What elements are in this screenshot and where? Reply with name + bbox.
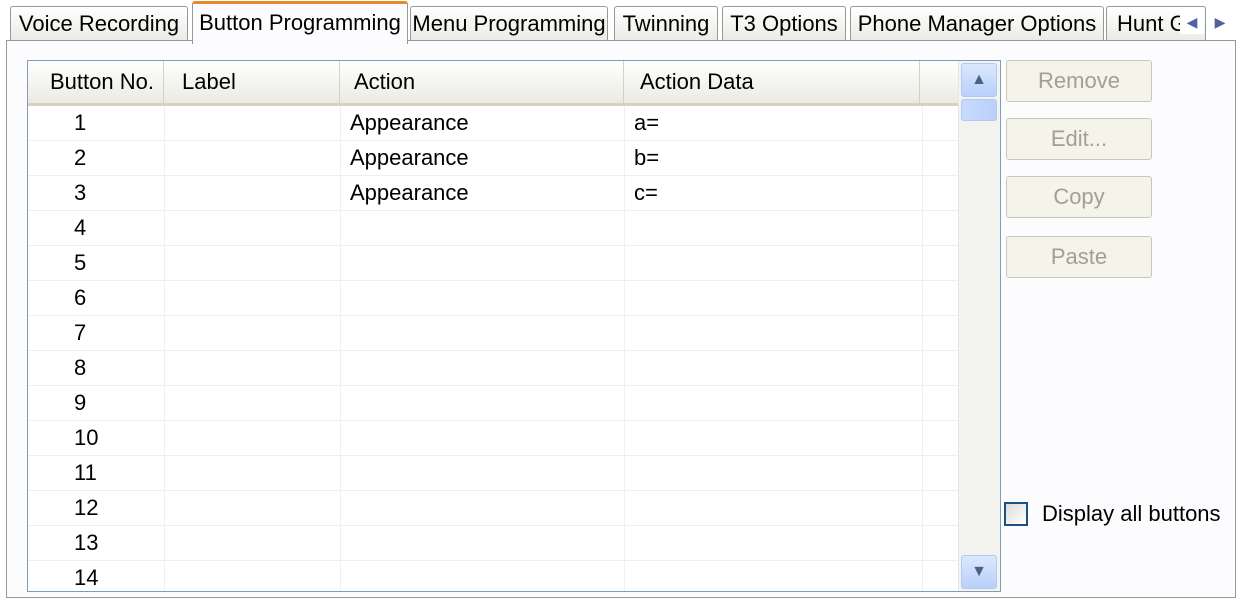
list-header: Button No. Label Action Action Data <box>28 61 958 106</box>
table-row[interactable]: 14 <box>28 561 958 591</box>
table-row[interactable]: 11 <box>28 456 958 491</box>
tab-phone-manager-options[interactable]: Phone Manager Options <box>850 6 1104 40</box>
table-row[interactable]: 4 <box>28 211 958 246</box>
cell-action-data: a= <box>634 110 660 135</box>
cell-button-no: 3 <box>74 180 87 205</box>
tab-scroll-right-icon[interactable]: ▶ <box>1208 10 1232 34</box>
button-list[interactable]: Button No. Label Action Action Data 1 App… <box>27 60 1001 592</box>
table-row[interactable]: 1 Appearance a= <box>28 106 958 141</box>
remove-button[interactable]: Remove <box>1006 60 1152 102</box>
display-all-buttons-option[interactable]: Display all buttons <box>1004 500 1221 528</box>
edit-button[interactable]: Edit... <box>1006 118 1152 160</box>
cell-action: Appearance <box>350 110 469 135</box>
cell-button-no: 2 <box>74 145 87 170</box>
table-row[interactable]: 6 <box>28 281 958 316</box>
copy-button[interactable]: Copy <box>1006 176 1152 218</box>
tab-strip: Voice Recording Button Programming Menu … <box>0 0 1242 44</box>
table-row[interactable]: 9 <box>28 386 958 421</box>
paste-button[interactable]: Paste <box>1006 236 1152 278</box>
cell-button-no: 6 <box>74 285 87 310</box>
cell-button-no: 1 <box>74 110 87 135</box>
column-header-action[interactable]: Action <box>340 61 624 103</box>
table-row[interactable]: 8 <box>28 351 958 386</box>
display-all-buttons-checkbox[interactable] <box>1004 502 1028 526</box>
table-row[interactable]: 13 <box>28 526 958 561</box>
vertical-scrollbar[interactable]: ▲ ▼ <box>958 61 1000 591</box>
cell-action-data: b= <box>634 145 660 170</box>
table-row[interactable]: 5 <box>28 246 958 281</box>
table-row[interactable]: 10 <box>28 421 958 456</box>
cell-button-no: 13 <box>74 530 99 555</box>
cell-button-no: 5 <box>74 250 87 275</box>
column-header-button-no[interactable]: Button No. <box>28 61 164 103</box>
column-header-label[interactable]: Label <box>164 61 340 103</box>
cell-button-no: 11 <box>74 460 97 485</box>
scroll-up-icon[interactable]: ▲ <box>961 63 997 97</box>
tab-voice-recording[interactable]: Voice Recording <box>10 6 188 40</box>
cell-action-data: c= <box>634 180 658 205</box>
table-row[interactable]: 3 Appearance c= <box>28 176 958 211</box>
display-all-buttons-label: Display all buttons <box>1042 501 1221 526</box>
tab-menu-programming[interactable]: Menu Programming <box>410 6 608 40</box>
scroll-down-icon[interactable]: ▼ <box>961 555 997 589</box>
table-row[interactable]: 2 Appearance b= <box>28 141 958 176</box>
cell-button-no: 12 <box>74 495 99 520</box>
cell-action: Appearance <box>350 145 469 170</box>
tab-t3-options[interactable]: T3 Options <box>722 6 846 40</box>
tab-scroll-left-icon[interactable]: ◀ <box>1180 10 1204 34</box>
table-row[interactable]: 7 <box>28 316 958 351</box>
cell-button-no: 14 <box>74 565 99 590</box>
tab-button-programming[interactable]: Button Programming <box>192 1 408 44</box>
tab-twinning[interactable]: Twinning <box>614 6 718 40</box>
cell-action: Appearance <box>350 180 469 205</box>
list-rows: 1 Appearance a= 2 Appearance b= 3 Appearance c= 4… <box>28 106 958 591</box>
scroll-thumb[interactable] <box>961 99 997 121</box>
tab-scroll-controls: ◀ ▶ <box>1180 10 1232 34</box>
table-row[interactable]: 12 <box>28 491 958 526</box>
cell-button-no: 7 <box>74 320 87 345</box>
cell-button-no: 10 <box>74 425 99 450</box>
column-header-action-data[interactable]: Action Data <box>624 61 920 103</box>
cell-button-no: 4 <box>74 215 87 240</box>
cell-button-no: 9 <box>74 390 87 415</box>
cell-button-no: 8 <box>74 355 87 380</box>
